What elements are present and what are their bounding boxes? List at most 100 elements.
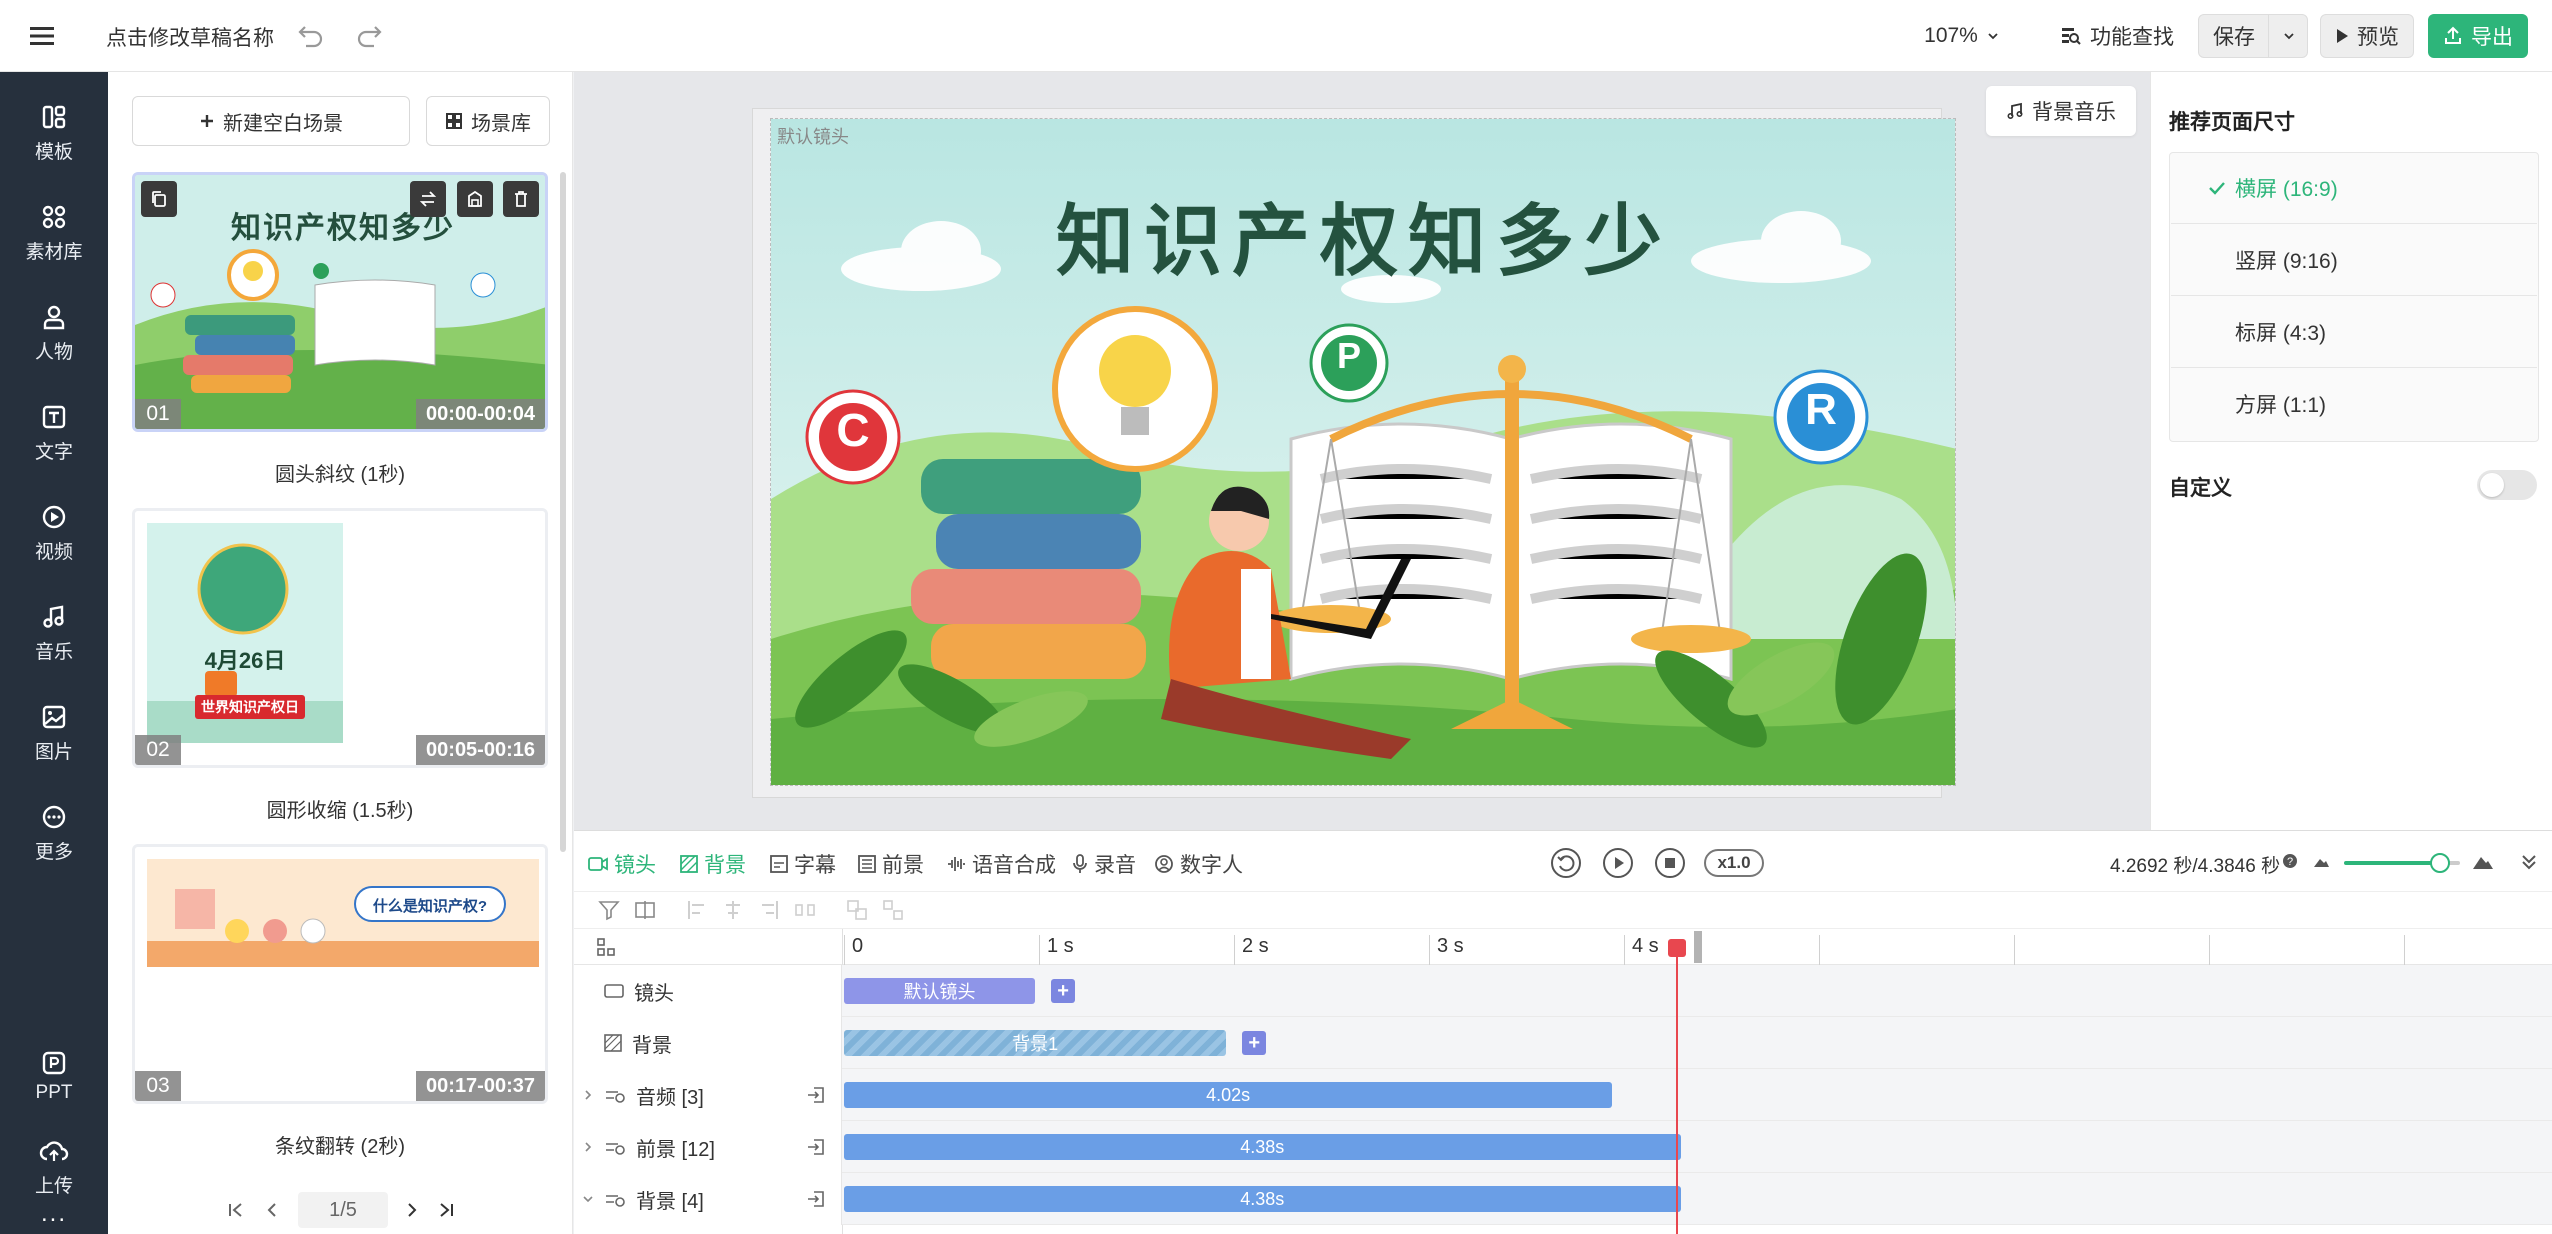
snap-grid-icon[interactable] (596, 937, 616, 957)
chevron-right-icon[interactable] (582, 1141, 594, 1153)
tab-label: 背景 (704, 854, 746, 877)
rail-item-video[interactable]: 视频 (0, 488, 108, 578)
copy-scene-icon[interactable] (141, 181, 177, 217)
rail-item-upload[interactable]: 上传 (0, 1122, 108, 1212)
track-import-icon[interactable] (806, 1189, 826, 1209)
ungroup-icon[interactable] (882, 899, 904, 921)
tab-camera[interactable]: 镜头 (588, 847, 656, 881)
save-scene-icon[interactable] (457, 181, 493, 217)
rail-item-more[interactable]: 更多 (0, 788, 108, 878)
last-page-icon[interactable] (436, 1200, 456, 1220)
hamburger-menu-icon[interactable] (28, 22, 56, 50)
background-hatch-icon (680, 855, 698, 873)
rail-item-template[interactable]: 模板 (0, 88, 108, 178)
rail-overflow-dots[interactable]: ... (0, 1200, 108, 1228)
clip-default-camera[interactable]: 默认镜头 (844, 978, 1036, 1004)
rail-item-ppt[interactable]: PPT (0, 1032, 108, 1122)
tab-recording[interactable]: 录音 (1072, 847, 1136, 881)
track-row-audio: 音频 [3] 4.02s (574, 1069, 2552, 1121)
track-label-text: 背景 [4] (636, 1190, 704, 1213)
top-bar: 点击修改草稿名称 107% 功能查找 保存 预览 导出 (0, 0, 2552, 72)
track-import-icon[interactable] (806, 1085, 826, 1105)
align-right-icon[interactable] (758, 899, 780, 921)
background-music-button[interactable]: 背景音乐 (1986, 86, 2136, 136)
rewind-icon[interactable] (1550, 847, 1582, 879)
layer-group-icon (604, 1086, 626, 1104)
transition-swap-icon[interactable] (410, 181, 446, 217)
tab-background[interactable]: 背景 (680, 847, 746, 881)
clip-audio[interactable]: 4.02s (844, 1082, 1613, 1108)
scene-thumbnail-3[interactable]: 什么是知识产权? 03 00:17-00:37 (132, 844, 548, 1104)
collapse-timeline-icon[interactable] (2518, 851, 2540, 873)
custom-size-toggle[interactable] (2477, 470, 2537, 500)
scene-library-label: 场景库 (471, 112, 531, 135)
preview-button[interactable]: 预览 (2320, 14, 2414, 58)
rail-item-music[interactable]: 音乐 (0, 588, 108, 678)
tab-tts[interactable]: 语音合成 (946, 847, 1056, 881)
scene-list-scrollbar[interactable] (560, 172, 566, 852)
scene-library-button[interactable]: 场景库 (426, 96, 550, 146)
tab-digital-human[interactable]: 数字人 (1154, 847, 1243, 881)
add-camera-plus-icon[interactable]: + (1051, 979, 1076, 1003)
ratio-option-9-16[interactable]: 竖屏 (9:16) (2171, 224, 2537, 296)
page-indicator[interactable]: 1/5 (298, 1192, 388, 1228)
align-center-icon[interactable] (722, 899, 744, 921)
scene-thumbnail-1[interactable]: 知识产权知多少 01 00:00-00:04 (132, 172, 548, 432)
chevron-down-icon[interactable] (582, 1193, 594, 1205)
timeline-ruler[interactable] (574, 929, 2552, 965)
scene-canvas[interactable]: 知识产权知多少 C P R 默认镜头 (770, 118, 1956, 786)
draft-title[interactable]: 点击修改草稿名称 (106, 22, 274, 52)
scene-title-text[interactable]: 知识产权知多少 (771, 179, 1955, 291)
ratio-option-1-1[interactable]: 方屏 (1:1) (2171, 368, 2537, 440)
svg-text:?: ? (2287, 856, 2293, 868)
track-import-icon[interactable] (806, 1137, 826, 1157)
custom-size-label: 自定义 (2169, 477, 2232, 500)
zoom-out-mountain-icon[interactable] (2312, 853, 2330, 869)
chevron-right-icon[interactable] (582, 1089, 594, 1101)
track-label-text: 前景 [12] (636, 1138, 715, 1161)
delete-scene-icon[interactable] (503, 181, 539, 217)
new-blank-scene-button[interactable]: 新建空白场景 (132, 96, 410, 146)
rail-item-text[interactable]: 文字 (0, 388, 108, 478)
playback-speed-button[interactable]: x1.0 (1704, 849, 1764, 877)
track-label-text: 音频 [3] (636, 1086, 704, 1109)
timeline-zoom-slider[interactable] (2344, 861, 2440, 865)
scene-thumbnail-2[interactable]: 4月26日 世界知识产权日 02 00:05-00:16 (132, 508, 548, 768)
play-icon[interactable] (1602, 847, 1634, 879)
first-page-icon[interactable] (226, 1200, 246, 1220)
stop-icon[interactable] (1654, 847, 1686, 879)
rail-item-material[interactable]: 素材库 (0, 188, 108, 278)
rail-item-person[interactable]: 人物 (0, 288, 108, 378)
clip-background-1[interactable]: 背景1 (844, 1030, 1227, 1056)
zoom-slider-handle[interactable] (2430, 853, 2450, 873)
ratio-option-16-9[interactable]: 横屏 (16:9) (2171, 152, 2537, 224)
prev-page-icon[interactable] (262, 1200, 282, 1220)
timeline-end-marker[interactable] (1694, 931, 1703, 963)
ruler-tick (844, 935, 845, 965)
page-size-title: 推荐页面尺寸 (2169, 111, 2295, 134)
add-background-plus-icon[interactable]: + (1242, 1031, 1267, 1055)
split-track-icon[interactable] (634, 899, 656, 921)
filter-icon[interactable] (598, 899, 620, 921)
distribute-icon[interactable] (794, 899, 816, 921)
tab-foreground[interactable]: 前景 (858, 847, 924, 881)
align-left-icon[interactable] (686, 899, 708, 921)
clip-background-group[interactable]: 4.38s (844, 1186, 1681, 1212)
export-button[interactable]: 导出 (2428, 14, 2528, 58)
undo-icon[interactable] (296, 20, 326, 50)
zoom-dropdown[interactable]: 107% (1922, 14, 2002, 58)
feature-search-button[interactable]: 功能查找 (2038, 14, 2196, 58)
redo-icon[interactable] (354, 20, 384, 50)
export-icon (2443, 26, 2463, 46)
rail-item-image[interactable]: 图片 (0, 688, 108, 778)
save-options-chevron-icon[interactable] (2268, 14, 2308, 58)
group-icon[interactable] (846, 899, 868, 921)
clip-foreground[interactable]: 4.38s (844, 1134, 1681, 1160)
tab-subtitle[interactable]: 字幕 (770, 847, 836, 881)
playhead-line[interactable] (1675, 939, 1678, 1234)
help-icon[interactable]: ? (2282, 853, 2298, 869)
zoom-in-mountain-icon[interactable] (2472, 851, 2494, 871)
next-page-icon[interactable] (402, 1200, 422, 1220)
ratio-option-4-3[interactable]: 标屏 (4:3) (2171, 296, 2537, 368)
playhead-handle[interactable] (1667, 939, 1686, 957)
